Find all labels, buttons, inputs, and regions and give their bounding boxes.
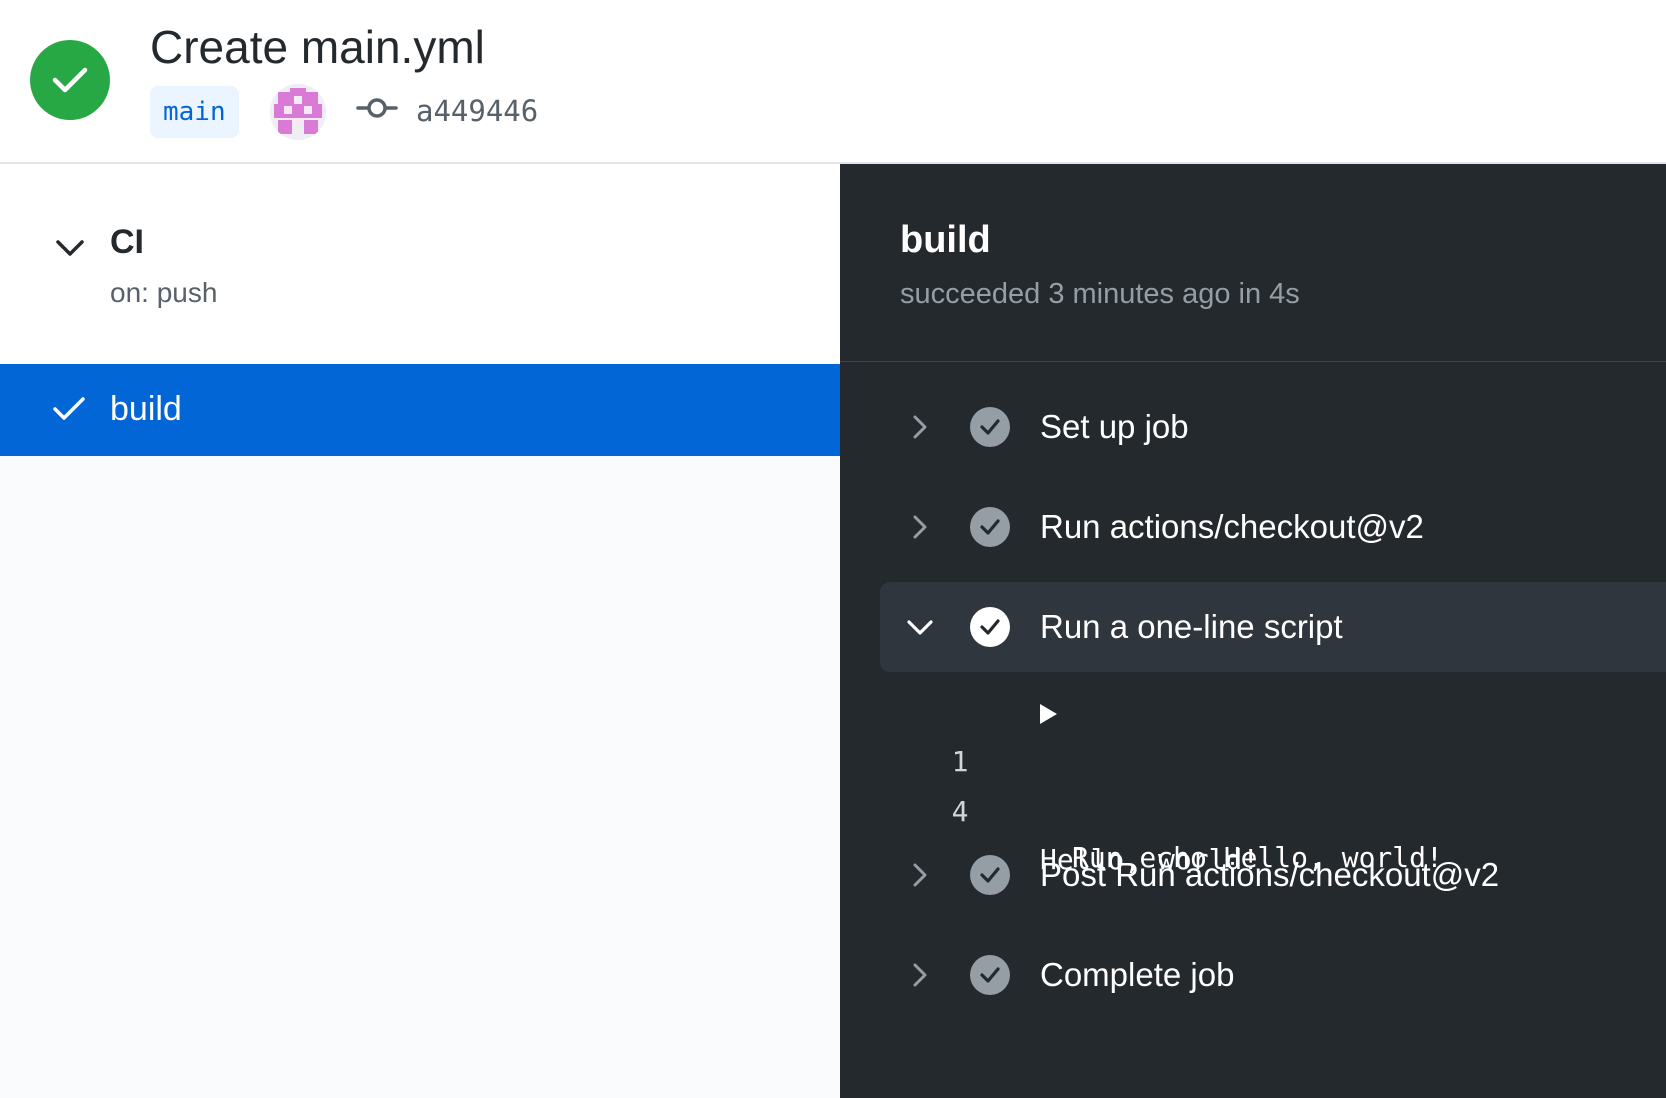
job-log-panel: build succeeded 3 minutes ago in 4s Set … [840, 164, 1666, 1098]
chevron-down-icon[interactable] [906, 613, 934, 641]
workflow-trigger: on: push [110, 277, 218, 308]
step-run-checkout[interactable]: Run actions/checkout@v2 [880, 482, 1666, 572]
chevron-right-icon[interactable] [906, 961, 934, 989]
expand-triangle-icon[interactable] [1040, 704, 1057, 724]
log-line: 4 Hello, world! [930, 740, 1630, 876]
avatar[interactable] [270, 84, 326, 140]
job-title: build [900, 219, 991, 261]
step-set-up-job[interactable]: Set up job [880, 382, 1666, 472]
job-label: build [110, 390, 182, 428]
step-label: Complete job [1040, 956, 1235, 993]
run-header: Create main.yml main a449446 [0, 0, 1666, 164]
commit-icon [356, 98, 398, 118]
chevron-right-icon[interactable] [906, 413, 934, 441]
check-icon [53, 397, 85, 420]
check-icon [52, 67, 88, 93]
chevron-right-icon[interactable] [906, 513, 934, 541]
page-title: Create main.yml [150, 21, 485, 73]
step-success-icon [970, 507, 1010, 547]
workflow-sidebar: CI on: push build [0, 164, 840, 1098]
workflow-header[interactable]: CI on: push [0, 164, 840, 364]
step-success-icon [970, 955, 1010, 995]
step-complete-job[interactable]: Complete job [880, 930, 1666, 1020]
step-success-icon [970, 407, 1010, 447]
job-summary: succeeded 3 minutes ago in 4s [900, 278, 1300, 310]
success-status-icon [30, 40, 110, 120]
step-label: Set up job [1040, 408, 1189, 445]
step-success-icon [970, 855, 1010, 895]
chevron-down-icon[interactable] [54, 236, 86, 260]
step-label: Run actions/checkout@v2 [1040, 508, 1424, 545]
chevron-right-icon[interactable] [906, 861, 934, 889]
step-label: Run a one-line script [1040, 608, 1343, 645]
commit-sha-link[interactable]: a449446 [416, 90, 538, 132]
step-label: Post Run actions/checkout@v2 [1040, 856, 1500, 893]
workflow-name: CI [110, 223, 144, 261]
step-post-run-checkout[interactable]: Post Run actions/checkout@v2 [880, 830, 1666, 920]
job-item-build[interactable]: build [0, 364, 840, 456]
log-line[interactable]: 1 Run echo Hello, world! [930, 690, 1630, 874]
log-line-number: 4 [951, 795, 969, 828]
job-log-header: build succeeded 3 minutes ago in 4s [840, 164, 1666, 362]
step-success-icon [970, 607, 1010, 647]
branch-label[interactable]: main [150, 86, 239, 138]
step-run-one-line-script[interactable]: Run a one-line script [880, 582, 1666, 672]
